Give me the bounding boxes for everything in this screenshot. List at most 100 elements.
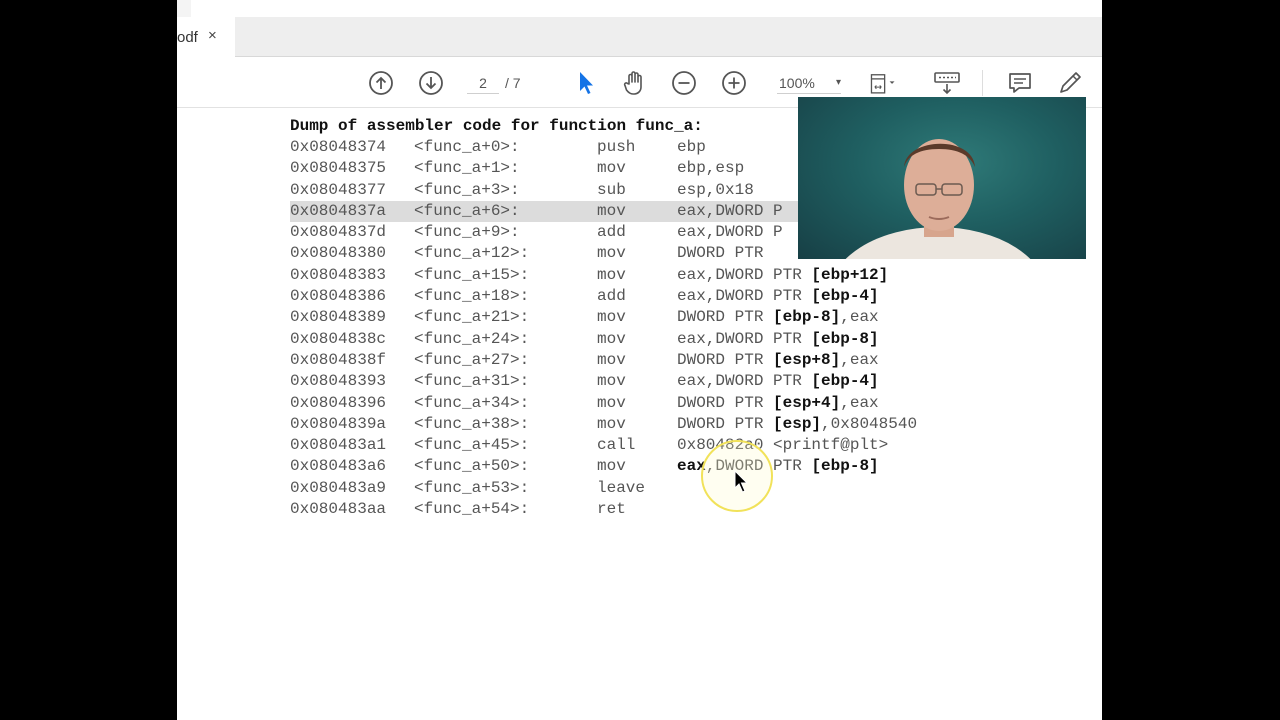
operand-bold: [esp+4] xyxy=(773,393,841,412)
operand-post: ,eax xyxy=(840,393,879,412)
instruction-operands: DWORD PTR [esp+4],eax xyxy=(677,393,879,414)
instruction-symbol: <func_a+27>: xyxy=(414,350,530,369)
instruction-mnemonic: leave xyxy=(597,478,646,497)
pointer-arrow-icon xyxy=(580,72,593,94)
instruction-address: 0x080483a9 xyxy=(290,478,387,497)
arrow-up-circle-icon xyxy=(369,71,393,95)
instruction-symbol: <func_a+34>: xyxy=(414,393,530,412)
operand-pre: DWORD PTR xyxy=(677,393,774,412)
instruction-mnemonic: mov xyxy=(597,329,626,348)
comment-icon xyxy=(1009,73,1031,93)
operand-op: DWORD PTR xyxy=(677,244,764,263)
toolbar-divider xyxy=(982,70,983,96)
instruction-address: 0x080483a6 xyxy=(290,457,387,476)
instruction-row[interactable]: 0x0804839a <func_a+38>: mov DWORD PTR [esp]… xyxy=(290,414,1090,435)
instruction-address: 0x08048374 xyxy=(290,138,387,156)
instruction-symbol: <func_a+15>: xyxy=(414,265,530,284)
instruction-address: 0x0804838c xyxy=(290,329,387,348)
instruction-operands: DWORD PTR xyxy=(677,243,763,264)
scrolling-mode-button[interactable] xyxy=(933,69,961,97)
instruction-row[interactable]: 0x080483a9 <func_a+53>: leave xyxy=(290,478,1090,499)
comment-button[interactable] xyxy=(1006,69,1034,97)
next-page-button[interactable] xyxy=(417,69,445,97)
instruction-operands: eax,DWORD P xyxy=(677,201,783,222)
instruction-operands: esp,0x18 xyxy=(677,180,754,201)
instruction-symbol: <func_a+54>: xyxy=(414,500,530,519)
mouse-cursor-icon xyxy=(734,470,749,493)
instruction-symbol: <func_a+31>: xyxy=(414,372,530,391)
instruction-mnemonic: push xyxy=(597,138,636,156)
instruction-operands: DWORD PTR [esp+8],eax xyxy=(677,350,879,371)
instruction-address: 0x08048375 xyxy=(290,159,387,178)
instruction-row[interactable]: 0x080483a1 <func_a+45>: call 0x80482a0 <pri… xyxy=(290,435,1090,456)
instruction-row[interactable]: 0x08048383 <func_a+15>: mov eax,DWORD PTR [… xyxy=(290,265,1090,286)
operand-bold: [ebp-4] xyxy=(811,372,879,391)
operand-op: eax,DWORD P xyxy=(677,201,783,220)
hand-tool-button[interactable] xyxy=(621,69,649,97)
operand-pre: DWORD PTR xyxy=(677,350,774,369)
zoom-value: 100% xyxy=(779,75,815,91)
instruction-mnemonic: mov xyxy=(597,414,626,433)
instruction-mnemonic: mov xyxy=(597,308,626,327)
operand-post: ,0x8048540 xyxy=(821,414,918,433)
instruction-row[interactable]: 0x08048386 <func_a+18>: add eax,DWORD PTR [… xyxy=(290,286,1090,307)
instruction-mnemonic: mov xyxy=(597,372,626,391)
instruction-row[interactable]: 0x08048396 <func_a+34>: mov DWORD PTR [esp+… xyxy=(290,393,1090,414)
webcam-overlay xyxy=(798,97,1086,259)
operand-post: ,eax xyxy=(840,350,879,369)
presenter-video-image xyxy=(845,139,1031,259)
instruction-symbol: <func_a+38>: xyxy=(414,414,530,433)
instruction-row[interactable]: 0x0804838f <func_a+27>: mov DWORD PTR [esp+… xyxy=(290,350,1090,371)
operand-pre: DWORD PTR xyxy=(677,308,774,327)
zoom-dropdown[interactable]: 100% ▾ xyxy=(777,72,841,94)
operand-op: ebp xyxy=(677,138,706,156)
zoom-in-button[interactable] xyxy=(720,69,748,97)
fit-page-icon xyxy=(870,74,895,94)
instruction-operands: eax,DWORD PTR [ebp+12] xyxy=(677,265,888,286)
instruction-mnemonic: mov xyxy=(597,244,626,263)
operand-bold: [esp] xyxy=(773,414,822,433)
arrow-down-circle-icon xyxy=(419,71,443,95)
operand-pre: eax,DWORD PTR xyxy=(677,372,812,391)
instruction-operands: DWORD PTR [ebp-8],eax xyxy=(677,307,879,328)
document-tab[interactable]: odf × xyxy=(177,17,235,57)
instruction-symbol: <func_a+0>: xyxy=(414,138,520,156)
instruction-symbol: <func_a+24>: xyxy=(414,329,530,348)
instruction-row[interactable]: 0x0804838c <func_a+24>: mov eax,DWORD PTR [… xyxy=(290,329,1090,350)
instruction-symbol: <func_a+6>: xyxy=(414,201,520,220)
page-number-input[interactable]: 2 xyxy=(467,72,499,94)
select-tool-button[interactable] xyxy=(572,69,600,97)
instruction-row[interactable]: 0x080483a6 <func_a+50>: mov eax,DWORD PTR [… xyxy=(290,456,1090,477)
close-tab-icon[interactable]: × xyxy=(208,27,217,44)
instruction-operands: ebp xyxy=(677,137,706,158)
instruction-symbol: <func_a+18>: xyxy=(414,287,530,306)
minus-circle-icon xyxy=(672,71,696,95)
instruction-address: 0x08048396 xyxy=(290,393,387,412)
instruction-row[interactable]: 0x080483aa <func_a+54>: ret xyxy=(290,499,1090,520)
instruction-address: 0x08048380 xyxy=(290,244,387,263)
instruction-mnemonic: add xyxy=(597,223,626,242)
operand-pre: eax,DWORD PTR xyxy=(677,329,812,348)
operand-pre: eax,DWORD PTR xyxy=(677,265,812,284)
operand-post: ,eax xyxy=(840,308,879,327)
instruction-mnemonic: mov xyxy=(597,159,626,178)
title-strip xyxy=(177,0,1102,17)
draw-button[interactable] xyxy=(1056,69,1084,97)
zoom-out-button[interactable] xyxy=(670,69,698,97)
operand-op: esp,0x18 xyxy=(677,180,754,199)
instruction-mnemonic: call xyxy=(597,436,636,455)
operand-bold: [ebp-4] xyxy=(811,287,879,306)
instruction-mnemonic: mov xyxy=(597,265,626,284)
instruction-mnemonic: add xyxy=(597,287,626,306)
document-tab-label: odf xyxy=(177,29,198,46)
instruction-mnemonic: mov xyxy=(597,201,626,220)
instruction-row[interactable]: 0x08048393 <func_a+31>: mov eax,DWORD PTR [… xyxy=(290,371,1090,392)
instruction-row[interactable]: 0x08048389 <func_a+21>: mov DWORD PTR [ebp-… xyxy=(290,307,1090,328)
fit-page-button[interactable] xyxy=(869,69,897,97)
operand-op: 0x80482a0 <printf@plt> xyxy=(677,436,889,455)
tab-bar: odf × xyxy=(177,17,1102,57)
instruction-mnemonic: mov xyxy=(597,457,626,476)
instruction-symbol: <func_a+1>: xyxy=(414,159,520,178)
instruction-operands: eax,DWORD PTR [ebp-4] xyxy=(677,371,879,392)
previous-page-button[interactable] xyxy=(367,69,395,97)
